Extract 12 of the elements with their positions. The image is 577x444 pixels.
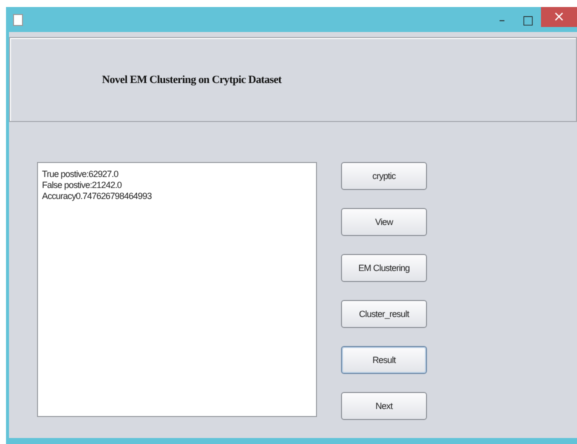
- action-button[interactable]: EM Clustering: [341, 254, 427, 282]
- output-text-area[interactable]: True postive:62927.0 False postive:21242.0 Accuracy0.747626798464993: [37, 162, 317, 417]
- maximize-button[interactable]: □: [515, 10, 541, 30]
- app-icon: [13, 14, 23, 26]
- header-title: Novel EM Clustering on Crytpic Dataset: [102, 74, 282, 86]
- focused-button[interactable]: Result: [341, 346, 427, 374]
- action-button[interactable]: Cluster_result: [341, 300, 427, 328]
- minimize-button[interactable]: –: [489, 10, 515, 30]
- action-button[interactable]: cryptic: [341, 162, 427, 190]
- action-button[interactable]: Next: [341, 392, 427, 420]
- close-button[interactable]: ×: [541, 7, 577, 27]
- action-button[interactable]: View: [341, 208, 427, 236]
